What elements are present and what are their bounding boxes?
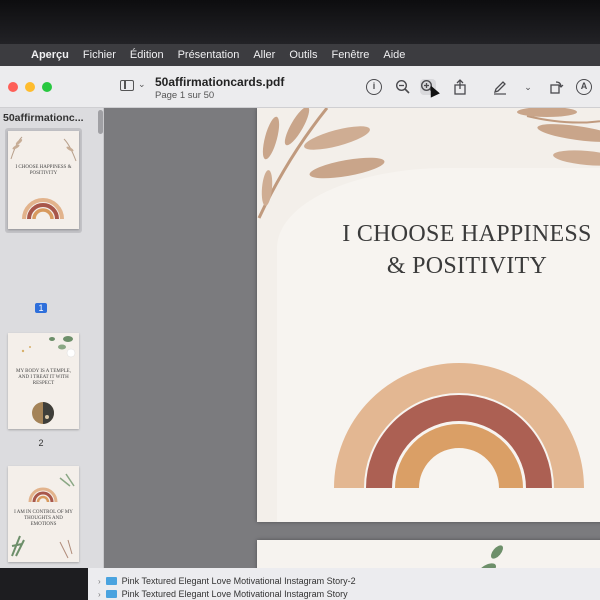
affirmation-line-2: & POSITIVITY	[386, 253, 548, 279]
sidebar-title: 50affirmationc...	[3, 112, 84, 124]
document-title: 50affirmationcards.pdf	[155, 75, 285, 89]
menu-fenetre[interactable]: Fenêtre	[324, 49, 376, 61]
affirmation-line-1: I CHOOSE HAPPINESS	[342, 221, 592, 247]
preview-window: ⌄ 50affirmationcards.pdf Page 1 sur 50 i…	[0, 66, 600, 600]
chevron-down-icon[interactable]: ⌄	[520, 79, 536, 95]
pdf-page-1: I CHOOSE HAPPINESS & POSITIVITY	[257, 108, 600, 522]
menu-edition[interactable]: Édition	[123, 49, 171, 61]
sidebar-options-chevron-icon[interactable]: ⌄	[138, 79, 146, 90]
menu-aide[interactable]: Aide	[376, 49, 412, 61]
thumbnail-page-2[interactable]: MY BODY IS A TEMPLE, AND I TREAT IT WITH…	[5, 330, 82, 430]
finder-window-strip: › Pink Textured Elegant Love Motivationa…	[88, 568, 600, 600]
zoom-window-button[interactable]	[42, 82, 52, 92]
disclosure-chevron-icon[interactable]: ›	[98, 590, 101, 599]
page-number-2: 2	[38, 438, 44, 448]
menu-aller[interactable]: Aller	[246, 49, 282, 61]
menu-outils[interactable]: Outils	[282, 49, 324, 61]
info-icon[interactable]: i	[366, 79, 382, 95]
rotate-icon[interactable]	[548, 79, 564, 95]
window-controls	[8, 82, 52, 92]
page-number-1: 1	[0, 303, 82, 313]
document-view[interactable]: I CHOOSE HAPPINESS & POSITIVITY	[104, 108, 600, 600]
thumbnail-text: MY BODY IS A TEMPLE, AND I TREAT IT WITH…	[16, 369, 71, 386]
markup-pen-icon[interactable]	[492, 79, 508, 95]
page-indicator: Page 1 sur 50	[155, 90, 215, 101]
finder-row-label: Pink Textured Elegant Love Motivational …	[121, 576, 356, 586]
menu-fichier[interactable]: Fichier	[76, 49, 123, 61]
thumbnail-text: I AM IN CONTROL OF MY THOUGHTS AND EMOTI…	[14, 510, 73, 527]
thumbnail-page-3[interactable]: I AM IN CONTROL OF MY THOUGHTS AND EMOTI…	[5, 463, 82, 563]
folder-icon	[105, 577, 117, 585]
close-window-button[interactable]	[8, 82, 18, 92]
sidebar-toggle-icon[interactable]	[120, 80, 134, 91]
thumbnail-image: I AM IN CONTROL OF MY THOUGHTS AND EMOTI…	[8, 466, 79, 562]
screen: Aperçu Fichier Édition Présentation Alle…	[0, 0, 600, 600]
page-illustration	[257, 108, 600, 489]
zoom-out-icon[interactable]	[395, 79, 411, 95]
share-icon[interactable]	[452, 79, 468, 95]
finder-row-label: Pink Textured Elegant Love Motivational …	[121, 589, 348, 599]
thumbnail-sidebar: 50affirmationc... I CHOOSE HAPPINESS & P…	[0, 108, 104, 600]
annotate-icon[interactable]: A	[576, 79, 592, 95]
dock-area	[0, 568, 88, 600]
folder-icon	[105, 590, 117, 598]
thumbnail-page-1[interactable]: I CHOOSE HAPPINESS & POSITIVITY	[5, 128, 82, 233]
thumbnail-image: I CHOOSE HAPPINESS & POSITIVITY	[8, 131, 79, 229]
disclosure-chevron-icon[interactable]: ›	[98, 577, 101, 586]
finder-row[interactable]: › Pink Textured Elegant Love Motivationa…	[98, 589, 348, 599]
sidebar-scrollbar[interactable]	[98, 110, 103, 134]
menu-presentation[interactable]: Présentation	[171, 49, 247, 61]
monitor-bezel	[0, 0, 600, 44]
thumbnail-text: I CHOOSE HAPPINESS & POSITIVITY	[15, 165, 72, 176]
title-bar: ⌄ 50affirmationcards.pdf Page 1 sur 50 i…	[0, 66, 600, 108]
minimize-window-button[interactable]	[25, 82, 35, 92]
menu-bar: Aperçu Fichier Édition Présentation Alle…	[0, 44, 600, 66]
menu-app-apercu[interactable]: Aperçu	[24, 49, 76, 61]
thumbnail-image: MY BODY IS A TEMPLE, AND I TREAT IT WITH…	[8, 333, 79, 429]
finder-row[interactable]: › Pink Textured Elegant Love Motivationa…	[98, 576, 356, 586]
